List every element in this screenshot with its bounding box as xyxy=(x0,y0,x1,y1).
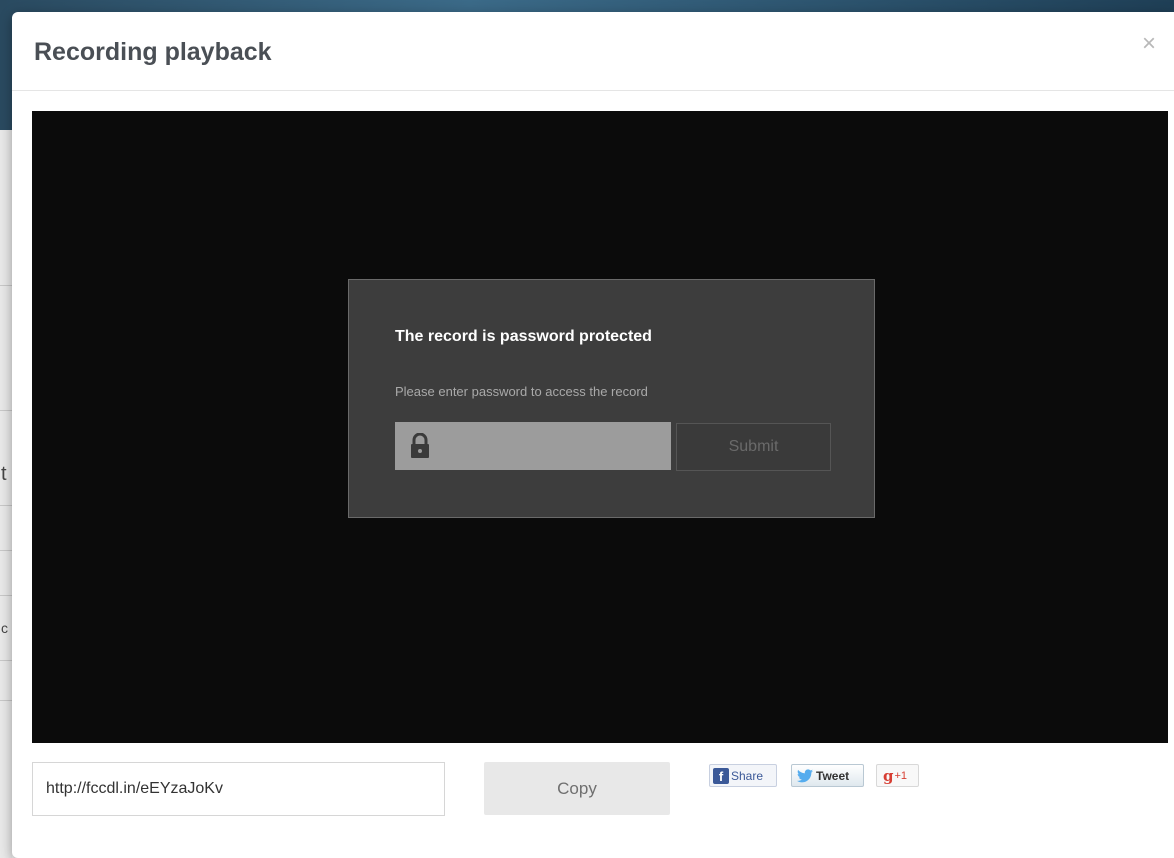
background-divider xyxy=(0,505,12,506)
modal-title: Recording playback xyxy=(34,38,272,66)
background-divider xyxy=(0,595,12,596)
background-divider xyxy=(0,700,12,701)
background-text-fragment: t xyxy=(1,463,7,485)
background-divider xyxy=(0,285,12,286)
google-plus-button[interactable]: g +1 xyxy=(876,764,919,787)
password-dialog-subtitle: Please enter password to access the reco… xyxy=(395,384,648,399)
background-text-fragment: c xyxy=(1,620,8,636)
background-divider xyxy=(0,660,12,661)
twitter-tweet-label: Tweet xyxy=(816,768,850,783)
google-plus-icon: g xyxy=(883,766,894,785)
facebook-share-button[interactable]: f Share xyxy=(709,764,777,787)
recording-playback-modal: Recording playback × The record is passw… xyxy=(12,12,1174,858)
facebook-icon: f xyxy=(713,767,729,784)
background-sidebar xyxy=(0,130,12,858)
twitter-icon xyxy=(797,768,813,782)
copy-button[interactable]: Copy xyxy=(484,762,670,815)
password-dialog-title: The record is password protected xyxy=(395,328,652,345)
password-input[interactable] xyxy=(439,422,665,470)
lock-icon xyxy=(411,433,429,458)
background-divider xyxy=(0,410,12,411)
google-plus-label: +1 xyxy=(894,769,908,782)
password-dialog: The record is password protected Please … xyxy=(348,279,875,518)
facebook-share-label: Share xyxy=(731,768,764,783)
close-icon[interactable]: × xyxy=(1142,32,1156,56)
background-divider xyxy=(0,550,12,551)
video-player[interactable]: The record is password protected Please … xyxy=(32,111,1168,743)
modal-header: Recording playback × xyxy=(12,12,1174,91)
share-url-field[interactable] xyxy=(32,762,445,816)
password-input-wrapper[interactable] xyxy=(395,422,671,470)
submit-button[interactable]: Submit xyxy=(676,423,831,471)
twitter-tweet-button[interactable]: Tweet xyxy=(791,764,864,787)
